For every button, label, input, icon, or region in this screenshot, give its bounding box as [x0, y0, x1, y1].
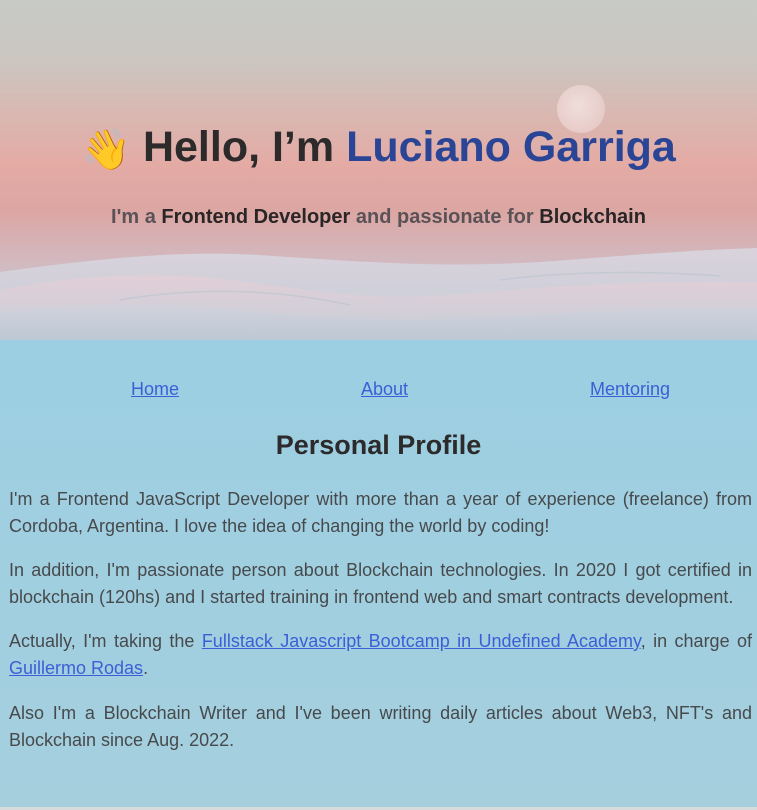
profile-paragraph-1: I'm a Frontend JavaScript Developer with… [9, 489, 752, 536]
hero-name: Luciano Garriga [346, 123, 676, 171]
profile-paragraph-2: In addition, I'm passionate person about… [9, 560, 752, 607]
nav-link-mentoring[interactable]: Mentoring [590, 378, 670, 400]
nav-link-about[interactable]: About [361, 378, 408, 400]
mentor-link[interactable]: Guillermo Rodas [9, 658, 143, 678]
hero-subtitle-role: Frontend Developer [161, 206, 351, 228]
profile-paragraph-4: Also I'm a Blockchain Writer and I've be… [9, 703, 752, 750]
waving-hand-icon: 👋 [81, 128, 131, 172]
hero-subtitle-topic: Blockchain [539, 206, 646, 228]
hero-heading: 👋 Hello, I’m Luciano Garriga [0, 118, 757, 179]
paragraph-3-text-before: Actually, I'm taking the [9, 631, 202, 651]
paragraph-3-text-middle: , in charge of [640, 631, 752, 651]
profile-paragraph-3: Actually, I'm taking the Fullstack Javas… [9, 628, 752, 682]
nav-link-home[interactable]: Home [131, 378, 179, 400]
hero-greeting: Hello, I’m [142, 123, 347, 171]
profile-title: Personal Profile [275, 430, 482, 460]
bootcamp-link[interactable]: Fullstack Javascript Bootcamp in Undefin… [202, 631, 641, 651]
hero-subtitle-part1: I'm a [111, 206, 162, 228]
paragraph-3-text-end: . [143, 658, 149, 678]
hero-subtitle-part2: and passionate for [350, 206, 540, 228]
hero-subtitle: I'm a Frontend Developer and passionate … [0, 204, 757, 230]
hero-banner: 👋 Hello, I’m Luciano Garriga I'm a Fronte… [0, 0, 757, 340]
main-content: Home About Mentoring Personal Profile I'… [0, 340, 757, 808]
